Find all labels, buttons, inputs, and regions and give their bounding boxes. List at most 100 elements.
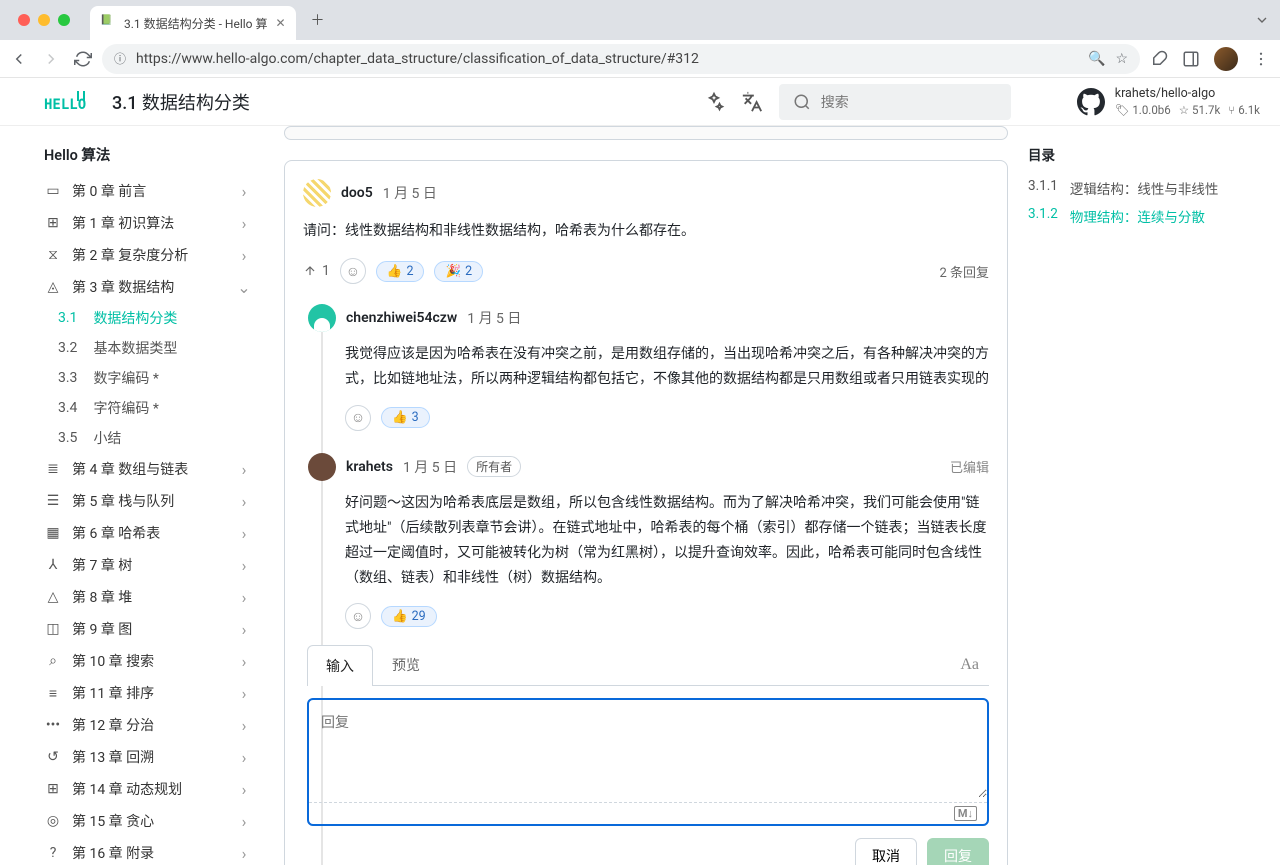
chapter-icon: ◫ [44, 621, 62, 637]
sidebar-chapter[interactable]: ⊞第 14 章 动态规划› [44, 773, 252, 805]
sidebar-chapter[interactable]: ▦第 6 章 哈希表› [44, 517, 252, 549]
sidebar-chapter[interactable]: ↺第 13 章 回溯› [44, 741, 252, 773]
sidebar-chapter[interactable]: ◎第 15 章 贪心› [44, 805, 252, 837]
sidebar-chapter[interactable]: △第 8 章 堆› [44, 581, 252, 613]
chapter-icon: ⅄ [44, 557, 62, 573]
extensions-icon[interactable] [1150, 50, 1168, 68]
maximize-window-button[interactable] [58, 14, 70, 26]
editor-tab-preview[interactable]: 预览 [373, 644, 439, 685]
reaction-thumbs-up[interactable]: 👍3 [381, 407, 430, 428]
tab-dropdown-icon[interactable] [1254, 12, 1270, 28]
zoom-icon[interactable]: 🔍 [1088, 51, 1105, 67]
toc-item[interactable]: 3.1.1逻辑结构：线性与非线性 [1028, 174, 1260, 202]
sidebar-chapter[interactable]: •••第 12 章 分治› [44, 709, 252, 741]
reply-author[interactable]: chenzhiwei54czw [346, 310, 457, 326]
editor-tab-write[interactable]: 输入 [307, 645, 373, 686]
chapter-label: 第 7 章 树 [72, 555, 132, 575]
cancel-button[interactable]: 取消 [855, 838, 917, 865]
sidebar-subsection[interactable]: 3.3数字编码 * [58, 363, 252, 393]
previous-comment-edge [284, 126, 1008, 140]
add-reaction-button[interactable]: ☺ [340, 258, 366, 284]
profile-avatar[interactable] [1214, 47, 1238, 71]
new-tab-button[interactable]: ＋ [304, 6, 332, 34]
sidebar-subsection[interactable]: 3.1数据结构分类 [58, 303, 252, 333]
add-reaction-button[interactable]: ☺ [345, 405, 371, 431]
site-info-icon[interactable]: ⓘ [114, 50, 126, 67]
chevron-right-icon: › [236, 844, 252, 863]
comment-avatar[interactable] [303, 179, 331, 207]
subsection-label: 字符编码 * [93, 398, 159, 418]
site-logo[interactable]: HELLO [44, 89, 92, 115]
reply-count[interactable]: 2 条回复 [939, 262, 989, 281]
chevron-right-icon: › [236, 460, 252, 479]
bookmark-icon[interactable]: ☆ [1115, 51, 1128, 67]
side-panel-icon[interactable] [1182, 50, 1200, 68]
sidebar-chapter[interactable]: ⅄第 7 章 树› [44, 549, 252, 581]
theme-toggle-icon[interactable] [703, 91, 725, 113]
chapter-label: 第 3 章 数据结构 [72, 277, 174, 297]
reply-date: 1 月 5 日 [467, 308, 521, 328]
reply-textarea[interactable] [309, 700, 987, 798]
toc-item[interactable]: 3.1.2物理结构：连续与分散 [1028, 202, 1260, 230]
sidebar-subsection[interactable]: 3.4字符编码 * [58, 393, 252, 423]
reaction-thumbs-up[interactable]: 👍29 [381, 606, 437, 627]
chapter-label: 第 16 章 附录 [72, 843, 154, 863]
reload-button[interactable] [74, 50, 92, 68]
reaction-party[interactable]: 🎉2 [434, 261, 483, 282]
sidebar-chapter[interactable]: ≡第 11 章 排序› [44, 677, 252, 709]
reply-author[interactable]: krahets [346, 459, 393, 475]
chapter-label: 第 6 章 哈希表 [72, 523, 160, 543]
chapter-icon: ⌕ [44, 653, 62, 669]
toc-label: 物理结构：连续与分散 [1070, 206, 1205, 226]
table-of-contents: 目录 3.1.1逻辑结构：线性与非线性3.1.2物理结构：连续与分散 [1028, 126, 1280, 865]
menu-icon[interactable] [1252, 50, 1270, 68]
minimize-window-button[interactable] [38, 14, 50, 26]
owner-badge: 所有者 [467, 456, 521, 477]
markdown-hint-icon[interactable]: M↓ [309, 802, 987, 824]
chapter-label: 第 5 章 栈与队列 [72, 491, 174, 511]
sidebar-chapter[interactable]: ⌕第 10 章 搜索› [44, 645, 252, 677]
sidebar-chapter[interactable]: ⧖第 2 章 复杂度分析› [44, 239, 252, 271]
comment-body: 请问：线性数据结构和非线性数据结构，哈希表为什么都存在。 [303, 219, 989, 244]
main-content: doo5 1 月 5 日 请问：线性数据结构和非线性数据结构，哈希表为什么都存在… [264, 126, 1028, 865]
close-window-button[interactable] [18, 14, 30, 26]
upvote-button[interactable]: 1 [303, 263, 330, 279]
tab-title: 3.1 数据结构分类 - Hello 算 [124, 15, 267, 32]
close-tab-icon[interactable]: ✕ [275, 16, 285, 30]
chapter-icon: ◬ [44, 279, 62, 295]
forward-button[interactable] [42, 50, 60, 68]
reply-avatar[interactable] [308, 304, 336, 332]
comment-author[interactable]: doo5 [341, 185, 373, 201]
sidebar-chapter[interactable]: ≣第 4 章 数组与链表› [44, 453, 252, 485]
chapter-label: 第 15 章 贪心 [72, 811, 154, 831]
reaction-thumbs-up[interactable]: 👍2 [376, 261, 425, 282]
sidebar-title: Hello 算法 [44, 144, 252, 165]
reply-avatar[interactable] [308, 453, 336, 481]
github-repo-link[interactable]: krahets/hello-algo 🏷 1.0.0b6 ☆ 51.7k ⑂ 6… [1077, 86, 1260, 117]
address-bar[interactable]: ⓘ https://www.hello-algo.com/chapter_dat… [102, 44, 1140, 74]
sidebar-chapter[interactable]: ? 第 16 章 附录 › [44, 837, 252, 865]
sidebar-subsection[interactable]: 3.5小结 [58, 423, 252, 453]
search-icon [793, 93, 811, 111]
add-reaction-button[interactable]: ☺ [345, 603, 371, 629]
language-icon[interactable] [741, 91, 763, 113]
sidebar-chapter[interactable]: ☰第 5 章 栈与队列› [44, 485, 252, 517]
chapter-label: 第 8 章 堆 [72, 587, 132, 607]
chapter-icon: ⊞ [44, 781, 62, 797]
submit-reply-button[interactable]: 回复 [927, 838, 989, 865]
sidebar-chapter[interactable]: ⊞第 1 章 初识算法› [44, 207, 252, 239]
repo-name: krahets/hello-algo [1115, 86, 1260, 101]
text-format-icon[interactable]: Aa [960, 656, 989, 674]
search-box[interactable]: 搜索 [779, 84, 1011, 120]
browser-tab-active[interactable]: 📗 3.1 数据结构分类 - Hello 算 ✕ [90, 6, 296, 40]
chapter-label: 第 1 章 初识算法 [72, 213, 174, 233]
chevron-right-icon: › [236, 748, 252, 767]
chapter-icon: ? [44, 845, 62, 861]
sidebar-subsection[interactable]: 3.2基本数据类型 [58, 333, 252, 363]
sidebar-chapter[interactable]: ▭第 0 章 前言› [44, 175, 252, 207]
sidebar-chapter[interactable]: ◫第 9 章 图› [44, 613, 252, 645]
sidebar-chapter[interactable]: ◬第 3 章 数据结构⌄ [44, 271, 252, 303]
app-header: HELLO 3.1 数据结构分类 搜索 krahets/hello-algo 🏷… [0, 78, 1280, 126]
back-button[interactable] [10, 50, 28, 68]
chapter-icon: ≡ [44, 685, 62, 702]
